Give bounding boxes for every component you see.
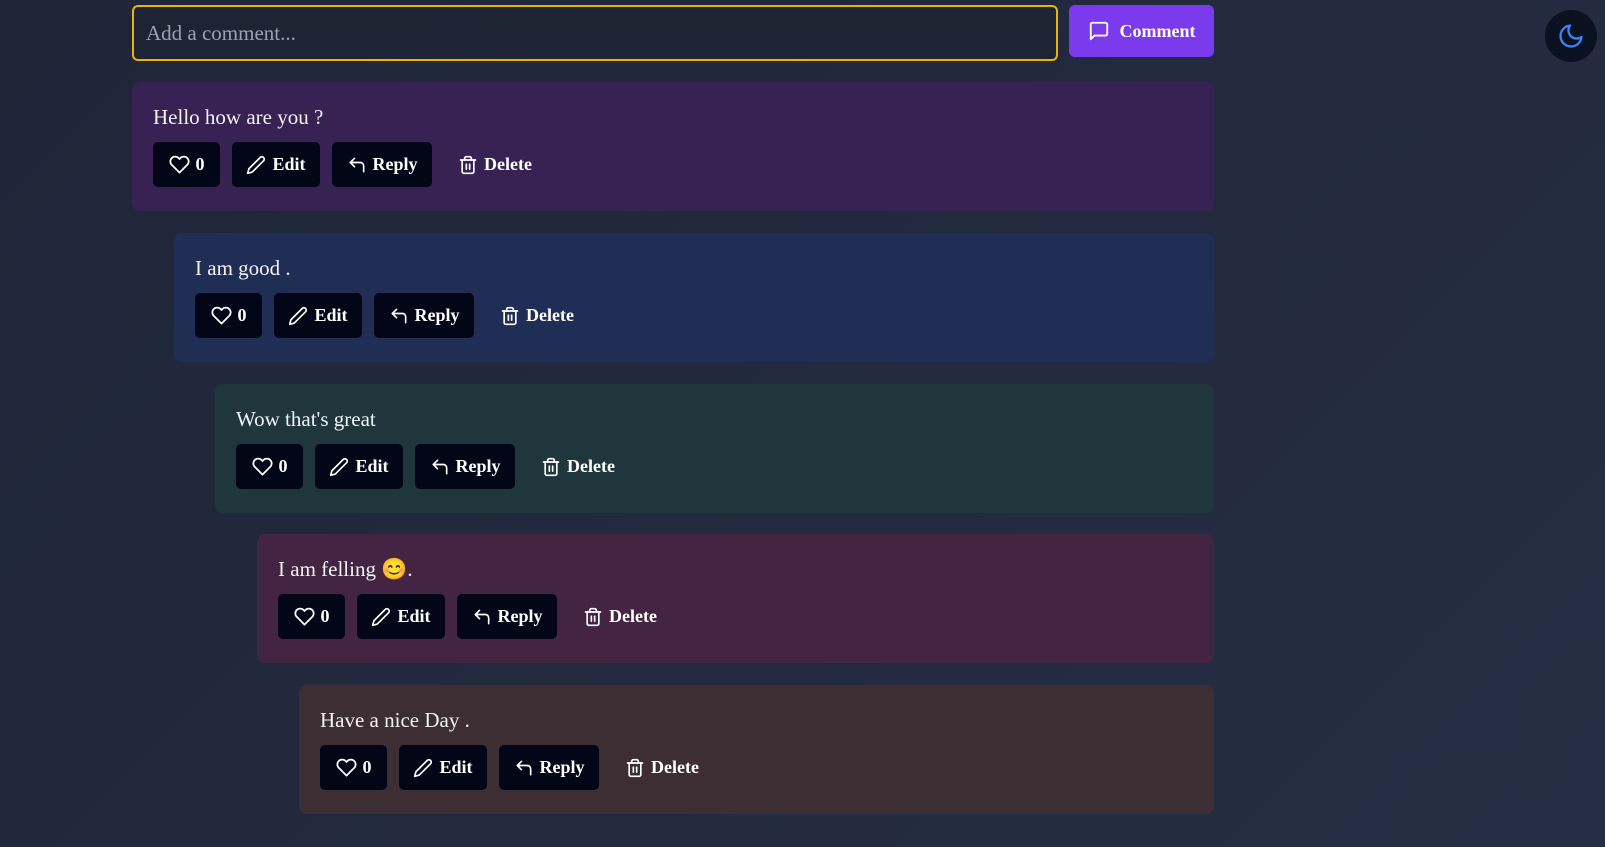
edit-label: Edit <box>314 305 348 325</box>
reply-label: Reply <box>372 154 418 174</box>
comment-card: Wow that's great 0 Edit Reply Delete <box>215 384 1214 513</box>
reply-label: Reply <box>497 606 543 626</box>
pencil-icon <box>413 758 433 778</box>
reply-button[interactable]: Reply <box>499 745 599 790</box>
heart-icon <box>211 305 232 326</box>
reply-label: Reply <box>455 456 501 476</box>
like-button[interactable]: 0 <box>278 594 345 639</box>
like-count: 0 <box>362 757 372 777</box>
heart-icon <box>169 154 190 175</box>
comment-actions: 0 Edit Reply Delete <box>236 444 1193 489</box>
heart-icon <box>294 606 315 627</box>
like-count: 0 <box>195 154 205 174</box>
comment-text: Hello how are you ? <box>153 105 324 129</box>
moon-icon <box>1557 22 1585 50</box>
comment-actions: 0 Edit Reply Delete <box>195 293 1193 338</box>
edit-label: Edit <box>272 154 306 174</box>
like-count: 0 <box>320 606 330 626</box>
comment-card: Have a nice Day . 0 Edit Reply Delete <box>299 685 1214 814</box>
comment-button[interactable]: Comment <box>1069 5 1214 57</box>
edit-button[interactable]: Edit <box>357 594 445 639</box>
trash-icon <box>500 306 520 326</box>
pencil-icon <box>329 457 349 477</box>
comment-button-label: Comment <box>1119 20 1196 41</box>
pencil-icon <box>371 607 391 627</box>
delete-button[interactable]: Delete <box>569 594 657 639</box>
comment-actions: 0 Edit Reply Delete <box>278 594 1193 639</box>
pencil-icon <box>246 155 266 175</box>
like-button[interactable]: 0 <box>195 293 262 338</box>
delete-label: Delete <box>484 154 532 174</box>
edit-label: Edit <box>439 757 473 777</box>
like-count: 0 <box>237 305 247 325</box>
like-button[interactable]: 0 <box>236 444 303 489</box>
comment-card: I am good . 0 Edit Reply Delete <box>174 233 1214 362</box>
edit-label: Edit <box>397 606 431 626</box>
message-icon <box>1088 20 1110 42</box>
delete-label: Delete <box>526 305 574 325</box>
reply-button[interactable]: Reply <box>374 293 474 338</box>
comment-actions: 0 Edit Reply Delete <box>320 745 1193 790</box>
reply-icon <box>389 306 409 326</box>
delete-label: Delete <box>567 456 615 476</box>
edit-label: Edit <box>355 456 389 476</box>
reply-button[interactable]: Reply <box>415 444 515 489</box>
reply-label: Reply <box>414 305 460 325</box>
heart-icon <box>336 757 357 778</box>
reply-icon <box>514 758 534 778</box>
reply-icon <box>472 607 492 627</box>
edit-button[interactable]: Edit <box>315 444 403 489</box>
comment-input[interactable] <box>132 5 1058 61</box>
delete-label: Delete <box>609 606 657 626</box>
comment-text: I am felling 😊. <box>278 557 413 581</box>
theme-toggle-button[interactable] <box>1545 10 1597 62</box>
trash-icon <box>541 457 561 477</box>
delete-button[interactable]: Delete <box>527 444 615 489</box>
delete-button[interactable]: Delete <box>611 745 699 790</box>
comment-composer: Comment <box>132 5 1214 61</box>
delete-label: Delete <box>651 757 699 777</box>
delete-button[interactable]: Delete <box>444 142 532 187</box>
comment-text: Wow that's great <box>236 407 376 431</box>
delete-button[interactable]: Delete <box>486 293 574 338</box>
edit-button[interactable]: Edit <box>274 293 362 338</box>
reply-label: Reply <box>539 757 585 777</box>
reply-icon <box>430 457 450 477</box>
reply-button[interactable]: Reply <box>332 142 432 187</box>
reply-icon <box>347 155 367 175</box>
comment-text: I am good . <box>195 256 291 280</box>
comment-card: I am felling 😊. 0 Edit Reply Delete <box>257 534 1214 663</box>
trash-icon <box>625 758 645 778</box>
comment-actions: 0 Edit Reply Delete <box>153 142 1193 187</box>
edit-button[interactable]: Edit <box>399 745 487 790</box>
comment-card: Hello how are you ? 0 Edit Reply Delete <box>132 82 1214 211</box>
like-button[interactable]: 0 <box>153 142 220 187</box>
reply-button[interactable]: Reply <box>457 594 557 639</box>
trash-icon <box>583 607 603 627</box>
comment-text: Have a nice Day . <box>320 708 470 732</box>
like-button[interactable]: 0 <box>320 745 387 790</box>
edit-button[interactable]: Edit <box>232 142 320 187</box>
pencil-icon <box>288 306 308 326</box>
trash-icon <box>458 155 478 175</box>
heart-icon <box>252 456 273 477</box>
like-count: 0 <box>278 456 288 476</box>
